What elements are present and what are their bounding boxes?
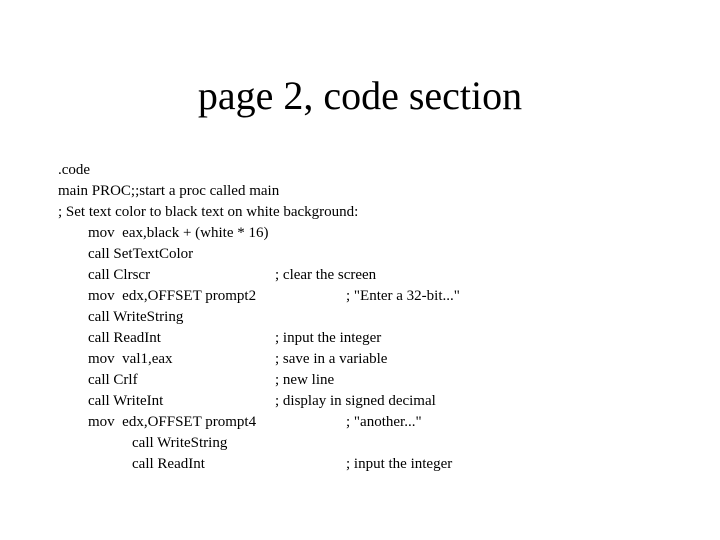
code-comment: ; "another..."	[346, 414, 422, 430]
code-line: call WriteString	[88, 309, 184, 325]
code-line: .code	[58, 162, 91, 178]
code-comment: ; input the integer	[346, 456, 453, 472]
code-line: call WriteString	[132, 435, 228, 451]
code-line: mov eax,black + (white * 16)	[88, 225, 269, 241]
code-line: mov edx,OFFSET prompt2	[88, 288, 257, 304]
code-line: call WriteInt	[88, 393, 164, 409]
code-comment: ; input the integer	[275, 330, 382, 346]
code-comment: ; display in signed decimal	[275, 393, 436, 409]
code-line: mov edx,OFFSET prompt4	[88, 414, 257, 430]
code-line: call Clrscr	[88, 267, 151, 283]
code-comment: ; new line	[275, 372, 335, 388]
code-comment: ; save in a variable	[275, 351, 388, 367]
code-line: main PROC;;start a proc called main	[58, 183, 280, 199]
code-line: call SetTextColor	[88, 246, 194, 262]
code-line: ; Set text color to black text on white …	[58, 204, 359, 220]
code-line: call ReadInt	[132, 456, 205, 472]
code-comment: ; "Enter a 32-bit..."	[346, 288, 460, 304]
code-line: call Crlf	[88, 372, 138, 388]
code-line: mov val1,eax	[88, 351, 173, 367]
slide-title: page 2, code section	[197, 73, 523, 118]
code-line: call ReadInt	[88, 330, 161, 346]
code-comment: ; clear the screen	[275, 267, 377, 283]
